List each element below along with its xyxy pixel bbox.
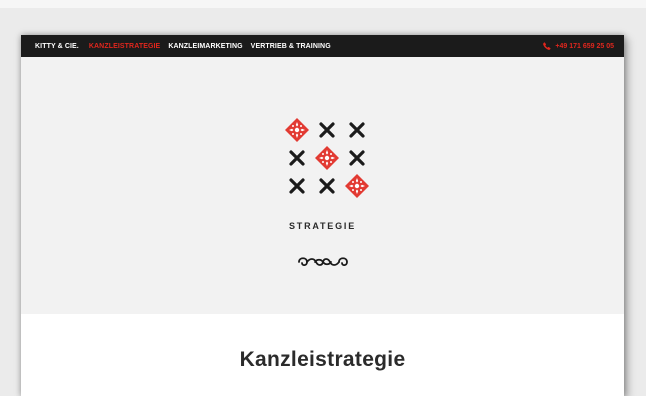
x-mark-icon <box>282 172 312 200</box>
flourish-divider-icon <box>297 255 349 274</box>
x-mark-icon <box>312 116 342 144</box>
ornament-icon <box>282 116 312 144</box>
x-mark-icon <box>282 144 312 172</box>
content-section: Kanzleistrategie <box>21 314 624 396</box>
website-page: KITTY & CIE. KANZLEISTRATEGIE KANZLEIMAR… <box>21 35 624 396</box>
nav-item-kanzleistrategie[interactable]: KANZLEISTRATEGIE <box>89 43 160 50</box>
ornament-icon <box>312 144 342 172</box>
strategy-ornament-grid <box>282 116 372 200</box>
phone-number: +49 171 659 25 05 <box>555 42 614 50</box>
nav-menu: KITTY & CIE. KANZLEISTRATEGIE KANZLEIMAR… <box>35 43 543 50</box>
x-mark-icon <box>342 116 372 144</box>
browser-top-strip <box>0 0 646 8</box>
x-mark-icon <box>312 172 342 200</box>
hero-label: STRATEGIE <box>288 221 357 231</box>
phone-link[interactable]: +49 171 659 25 05 <box>543 42 614 50</box>
phone-icon <box>543 42 551 50</box>
nav-brand-link[interactable]: KITTY & CIE. <box>35 43 79 50</box>
section-title: Kanzleistrategie <box>239 348 406 371</box>
nav-item-vertrieb-training[interactable]: VERTRIEB & TRAINING <box>251 43 331 50</box>
hero-section: STRATEGIE <box>21 57 624 314</box>
nav-item-kanzleimarketing[interactable]: KANZLEIMARKETING <box>168 43 242 50</box>
ornament-icon <box>342 172 372 200</box>
top-navbar: KITTY & CIE. KANZLEISTRATEGIE KANZLEIMAR… <box>21 35 624 57</box>
x-mark-icon <box>342 144 372 172</box>
